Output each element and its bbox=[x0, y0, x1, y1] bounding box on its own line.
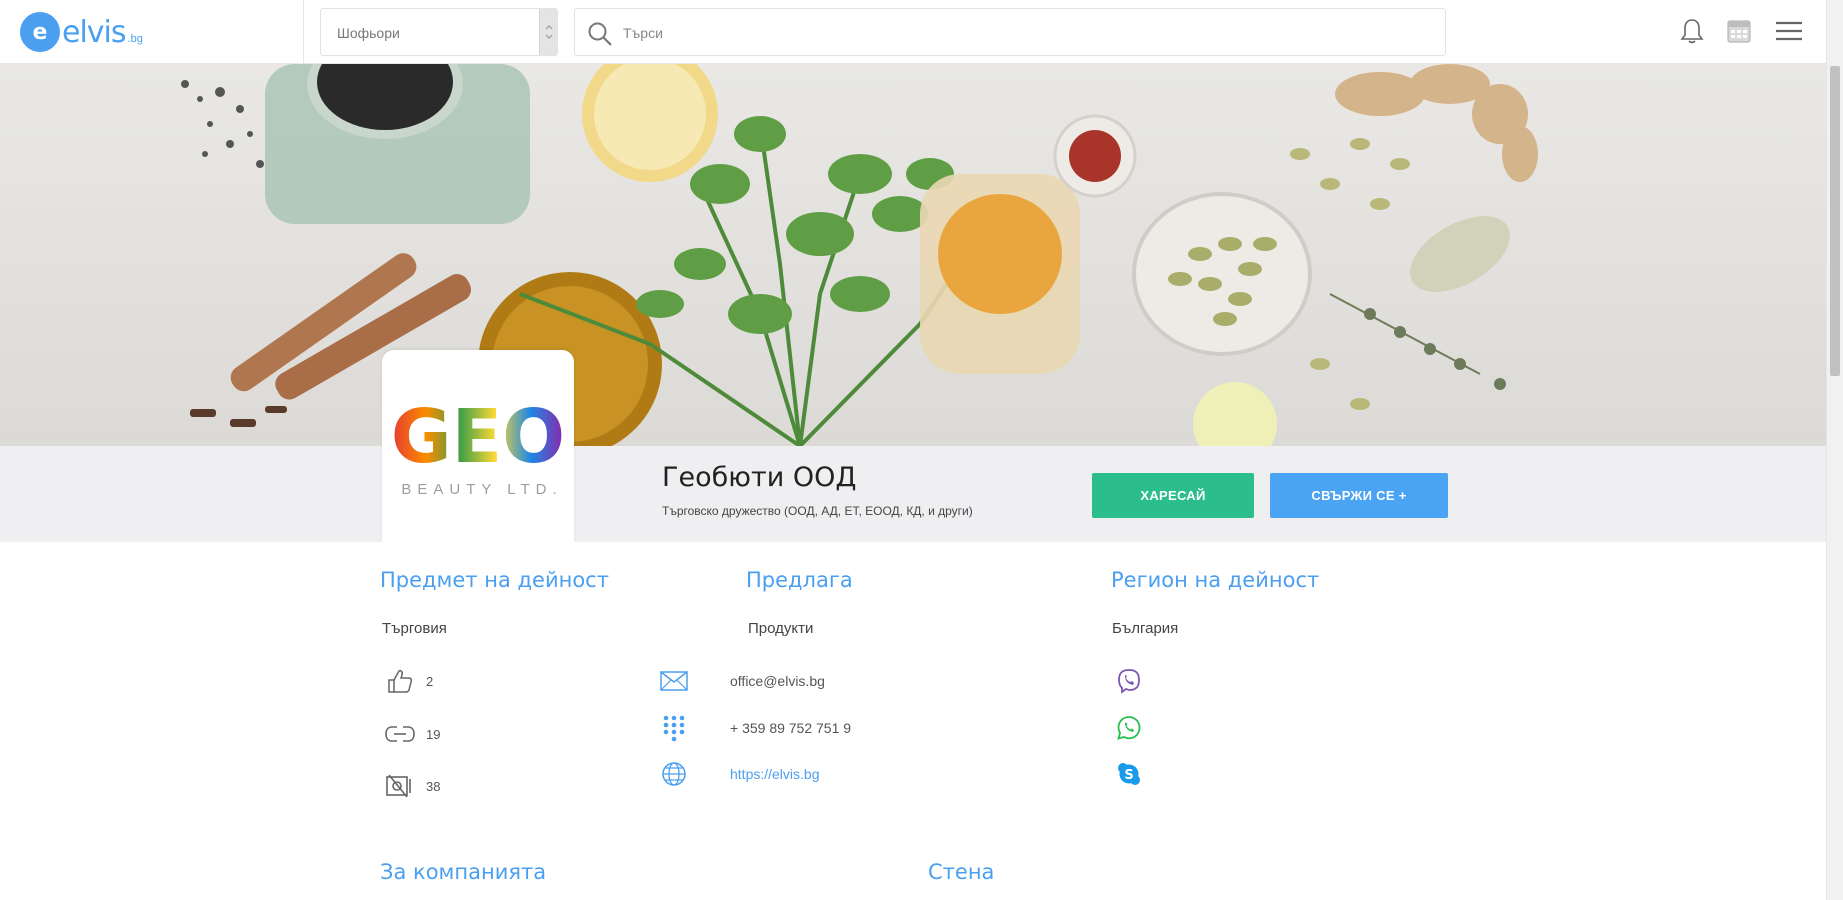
likes-count: 2 bbox=[426, 673, 434, 689]
search-icon[interactable] bbox=[587, 21, 613, 47]
whatsapp-icon[interactable] bbox=[1114, 713, 1144, 743]
cover-photo bbox=[0, 64, 1826, 446]
region-value: България bbox=[1112, 620, 1179, 637]
website-icon-wrap bbox=[658, 759, 690, 789]
offers-heading: Предлага bbox=[746, 568, 853, 592]
phone-icon-wrap bbox=[658, 713, 690, 743]
viber-icon[interactable] bbox=[1114, 666, 1144, 696]
chevron-down-icon[interactable] bbox=[539, 9, 557, 55]
logo-beauty-text: BEAUTY LTD. bbox=[401, 481, 562, 498]
site-logo[interactable]: e elvis .bg bbox=[20, 12, 143, 52]
activity-heading: Предмет на дейност bbox=[380, 568, 609, 592]
company-name: Геобюти ООД bbox=[662, 462, 857, 493]
wall-heading: Стена bbox=[928, 860, 995, 884]
header-divider bbox=[303, 0, 304, 64]
envelope-icon bbox=[658, 666, 690, 696]
offers-value: Продукти bbox=[748, 620, 814, 637]
activity-value: Търговия bbox=[382, 620, 447, 637]
contact-phone[interactable]: + 359 89 752 751 9 bbox=[730, 720, 851, 736]
company-logo: GEO BEAUTY LTD. bbox=[382, 350, 574, 542]
views-count: 38 bbox=[426, 778, 441, 794]
bell-icon[interactable] bbox=[1677, 16, 1707, 46]
category-filter-value: Шофьори bbox=[337, 25, 400, 41]
globe-icon bbox=[658, 759, 690, 789]
contact-website-link[interactable]: https://elvis.bg bbox=[730, 766, 820, 782]
skype-icon[interactable]: S bbox=[1114, 759, 1144, 789]
contact-email[interactable]: office@elvis.bg bbox=[730, 673, 825, 689]
company-type: Търговско дружество (ООД, АД, ЕТ, ЕООД, … bbox=[662, 504, 973, 518]
page-scrollbar[interactable] bbox=[1826, 0, 1843, 900]
scrollbar-thumb[interactable] bbox=[1830, 66, 1840, 376]
logo-mark: e bbox=[20, 12, 60, 52]
search-input[interactable] bbox=[623, 19, 1423, 47]
top-navigation-bar: e elvis .bg Шофьори bbox=[0, 0, 1826, 64]
search-bar[interactable] bbox=[574, 8, 1446, 56]
hamburger-menu-icon[interactable] bbox=[1774, 16, 1804, 46]
profile-header-strip bbox=[0, 446, 1826, 542]
email-icon-wrap bbox=[658, 666, 690, 696]
about-company-heading: За компанията bbox=[380, 860, 547, 884]
dialpad-icon bbox=[658, 713, 690, 743]
category-filter-select[interactable]: Шофьори bbox=[320, 8, 558, 56]
links-stat: 19 bbox=[384, 719, 440, 749]
views-icon bbox=[384, 771, 416, 801]
contact-button[interactable]: СВЪРЖИ СЕ + bbox=[1270, 473, 1448, 518]
region-heading: Регион на дейност bbox=[1111, 568, 1320, 592]
like-button[interactable]: ХАРЕСАЙ bbox=[1092, 473, 1254, 518]
logo-geo-text: GEO bbox=[391, 394, 565, 480]
likes-stat: 2 bbox=[384, 666, 433, 696]
logo-suffix: .bg bbox=[127, 33, 143, 45]
links-count: 19 bbox=[426, 726, 441, 742]
link-icon bbox=[384, 719, 416, 749]
logo-text: elvis bbox=[62, 14, 127, 50]
calendar-icon[interactable] bbox=[1724, 16, 1754, 46]
views-stat: 38 bbox=[384, 771, 440, 801]
thumbs-up-icon bbox=[384, 666, 416, 696]
svg-text:S: S bbox=[1124, 768, 1133, 783]
